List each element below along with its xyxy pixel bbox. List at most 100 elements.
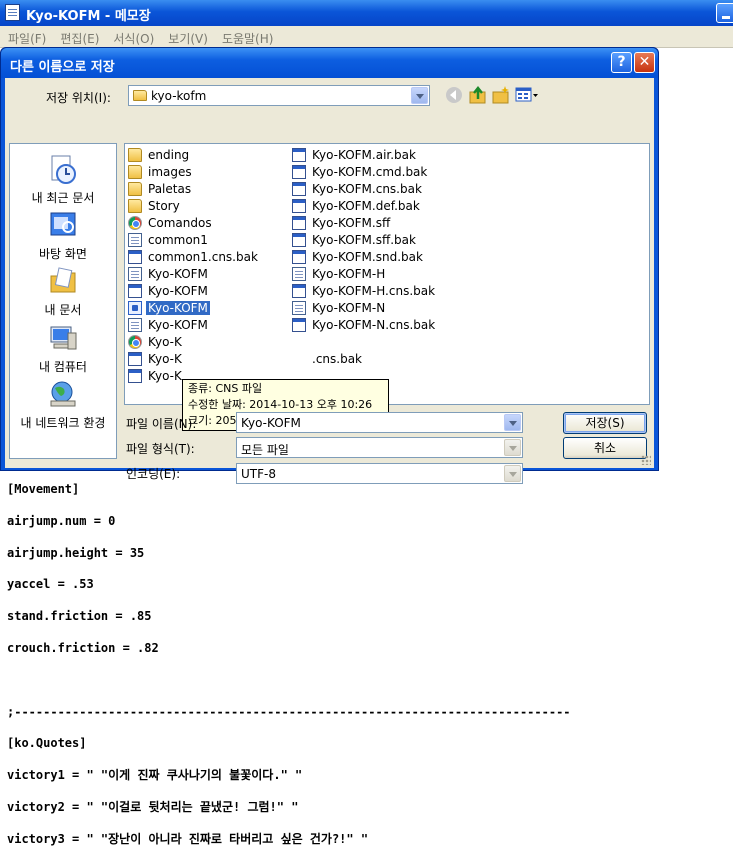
file-name: Kyo-KOFM-N: [312, 301, 386, 315]
folder-icon: [128, 165, 142, 179]
notepad-title: Kyo-KOFM - 메모장: [26, 9, 151, 24]
menu-help[interactable]: 도움말(H): [214, 26, 280, 47]
file-name: Kyo-KOFM.def.bak: [312, 199, 420, 213]
file-icon: [292, 233, 306, 247]
file-icon: [292, 284, 306, 298]
file-name: Kyo-KOFM.sff: [312, 216, 391, 230]
notepad-title-bar: Kyo-KOFM - 메모장: [0, 0, 733, 26]
chevron-down-icon[interactable]: [504, 465, 521, 482]
menu-view[interactable]: 보기(V): [160, 26, 214, 47]
text-line: airjump.num = 0: [7, 513, 116, 528]
filetype-select[interactable]: 모든 파일: [236, 437, 523, 458]
place-label: 내 문서: [44, 303, 82, 317]
file-name: Kyo-KOFM-N.cns.bak: [312, 318, 436, 332]
cancel-button[interactable]: 취소: [563, 437, 647, 459]
view-menu-icon[interactable]: [515, 85, 539, 105]
file-icon: [292, 199, 306, 213]
resize-grip[interactable]: [641, 455, 651, 465]
tooltip-type: 종류: CNS 파일: [188, 382, 263, 395]
save-in-value: kyo-kofm: [151, 89, 207, 103]
text-line: victory3 = " "장난이 아니라 진짜로 타버리고 싶은 건가?!" …: [7, 831, 369, 846]
encoding-label: 인코딩(E):: [126, 467, 181, 481]
file-icon: [292, 216, 306, 230]
place-label: 내 컴퓨터: [39, 360, 87, 374]
places-bar: 내 최근 문서 바탕 화면 내 문서 내 컴퓨터 내 네트워크 환경: [9, 143, 117, 459]
save-as-dialog: 다른 이름으로 저장 ? ✕ 저장 위치(I): kyo-kofm 내 최근 문…: [0, 47, 659, 484]
my-documents-icon: [50, 267, 76, 293]
folder-icon: [128, 182, 142, 196]
text-line: victory1 = " "이게 진짜 쿠사나기의 불꽃이다." ": [7, 768, 303, 783]
file-name: Kyo-KOFM.cmd.bak: [312, 165, 428, 179]
chevron-down-icon[interactable]: [411, 87, 428, 104]
tooltip-modified: 수정한 날짜: 2014-10-13 오후 10:26: [188, 398, 373, 411]
save-in-combo[interactable]: kyo-kofm: [128, 85, 430, 106]
file-icon: [128, 369, 142, 383]
file-name: Kyo-KOFM.snd.bak: [312, 250, 423, 264]
menu-edit[interactable]: 편집(E): [52, 26, 105, 47]
file-name: Kyo-K: [148, 335, 182, 349]
notepad-text-area[interactable]: [Movement] airjump.num = 0 airjump.heigh…: [7, 466, 571, 864]
text-line: yaccel = .53: [7, 577, 94, 592]
file-list[interactable]: ending images Paletas Story Comandos common1 c…: [124, 143, 650, 405]
folder-icon: [128, 148, 142, 162]
file-name: Story: [148, 199, 180, 213]
up-folder-icon[interactable]: [468, 85, 488, 105]
notepad-menu-bar: 파일(F) 편집(E) 서식(O) 보기(V) 도움말(H): [0, 26, 733, 48]
file-icon: [292, 267, 306, 281]
encoding-value: UTF-8: [241, 467, 276, 481]
folder-icon: [128, 199, 142, 213]
place-desktop[interactable]: 바탕 화면: [10, 210, 116, 262]
filename-label: 파일 이름(N):: [126, 417, 197, 431]
save-in-label: 저장 위치(I):: [46, 91, 111, 105]
recent-documents-icon: [51, 155, 76, 184]
filename-input[interactable]: Kyo-KOFM: [236, 412, 523, 433]
place-label: 내 최근 문서: [31, 191, 95, 205]
file-name: Comandos: [148, 216, 212, 230]
text-line: airjump.height = 35: [7, 545, 145, 560]
text-line: [Movement]: [7, 481, 80, 496]
close-button[interactable]: ✕: [634, 52, 655, 73]
text-line: [7, 673, 571, 689]
file-icon: [128, 301, 142, 315]
file-icon: [128, 284, 142, 298]
file-icon: [128, 250, 142, 264]
help-button[interactable]: ?: [611, 52, 632, 73]
dialog-title-bar: 다른 이름으로 저장 ? ✕: [1, 48, 658, 78]
new-folder-icon[interactable]: [491, 85, 511, 105]
file-name: Kyo-KOFM.sff.bak: [312, 233, 416, 247]
text-line: ;---------------------------------------…: [7, 704, 571, 719]
menu-file[interactable]: 파일(F): [0, 26, 52, 47]
file-name: ending: [148, 148, 190, 162]
dialog-title: 다른 이름으로 저장: [10, 60, 115, 75]
file-name: images: [148, 165, 192, 179]
file-name: Kyo-KOFM.cns.bak: [312, 182, 422, 196]
chevron-down-icon[interactable]: [504, 414, 521, 431]
file-icon: [292, 250, 306, 264]
chevron-down-icon[interactable]: [504, 439, 521, 456]
minimize-button[interactable]: [716, 3, 733, 23]
back-icon[interactable]: [444, 85, 464, 105]
place-label: 내 네트워크 환경: [20, 416, 106, 430]
file-name: Kyo-KOFM: [148, 284, 208, 298]
my-computer-icon: [50, 326, 77, 350]
place-network[interactable]: 내 네트워크 환경: [10, 379, 116, 431]
file-icon: [292, 318, 306, 332]
file-icon: [128, 233, 142, 247]
file-name: .cns.bak: [312, 352, 363, 366]
desktop-icon: [50, 212, 76, 236]
menu-format[interactable]: 서식(O): [105, 26, 160, 47]
place-my-computer[interactable]: 내 컴퓨터: [10, 323, 116, 375]
place-recent-documents[interactable]: 내 최근 문서: [10, 154, 116, 206]
encoding-select[interactable]: UTF-8: [236, 463, 523, 484]
notepad-icon: [5, 4, 20, 21]
file-name: Kyo-KOFM-H: [312, 267, 386, 281]
chrome-icon: [128, 335, 142, 349]
file-icon: [292, 301, 306, 315]
filetype-value: 모든 파일: [241, 443, 289, 457]
place-my-documents[interactable]: 내 문서: [10, 266, 116, 318]
place-label: 바탕 화면: [39, 247, 87, 261]
save-button[interactable]: 저장(S): [563, 412, 647, 434]
file-name: common1.cns.bak: [148, 250, 258, 264]
file-name: Kyo-KOFM-H.cns.bak: [312, 284, 436, 298]
text-line: stand.friction = .85: [7, 609, 152, 624]
